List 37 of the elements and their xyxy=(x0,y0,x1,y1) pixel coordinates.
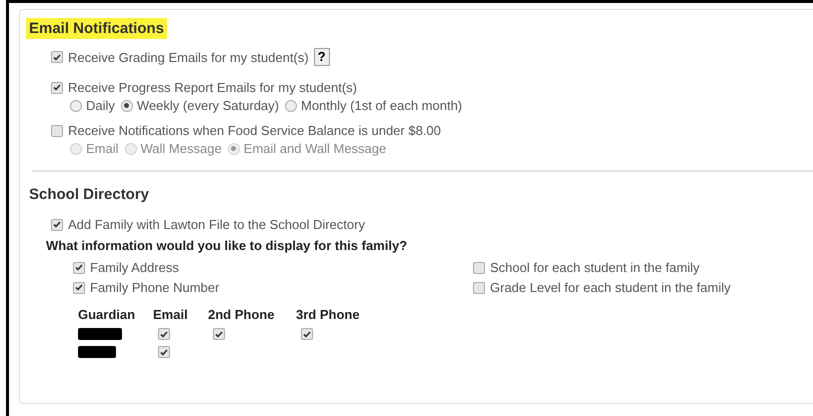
option-label: Family Phone Number xyxy=(90,280,220,295)
checkbox[interactable] xyxy=(51,218,63,230)
section-heading: School Directory xyxy=(28,185,150,205)
option-label: School for each student in the family xyxy=(490,260,700,275)
checkbox[interactable] xyxy=(473,262,485,274)
checkbox[interactable] xyxy=(73,282,85,294)
column-header: Guardian xyxy=(78,307,136,322)
option-label: Add Family with Lawton File to the School Directory xyxy=(68,217,365,232)
question-text: What information would you like to display for this family? xyxy=(46,238,408,253)
radio-button[interactable] xyxy=(285,100,297,112)
radio-label: Daily xyxy=(86,98,115,113)
checkbox[interactable] xyxy=(51,82,63,94)
radio-button[interactable] xyxy=(70,100,82,112)
radio-label: Email xyxy=(86,141,119,156)
checkbox[interactable] xyxy=(473,282,485,294)
checkbox[interactable] xyxy=(158,328,170,340)
option-label: Family Address xyxy=(90,260,179,275)
radio-label: Weekly (every Saturday) xyxy=(136,98,279,113)
option-label: Receive Progress Report Emails for my student(s) xyxy=(68,80,357,95)
radio-label: Wall Message xyxy=(140,141,222,156)
column-header: Email xyxy=(153,307,189,322)
checkbox[interactable] xyxy=(301,328,313,340)
radio-label: Email and Wall Message xyxy=(244,141,386,156)
section-heading: Email Notifications xyxy=(26,18,168,39)
radio-label: Monthly (1st of each month) xyxy=(301,98,462,113)
checkbox[interactable] xyxy=(51,124,63,136)
checkbox[interactable] xyxy=(51,51,63,63)
column-header: 2nd Phone xyxy=(208,307,276,322)
column-header: 3rd Phone xyxy=(296,307,361,322)
radio-button[interactable] xyxy=(120,100,133,112)
help-button[interactable]: ? xyxy=(314,48,330,66)
option-label: Receive Notifications when Food Service Balance is under $8.00 xyxy=(68,123,441,138)
checkbox[interactable] xyxy=(158,346,170,358)
option-label: Grade Level for each student in the family xyxy=(490,280,731,295)
option-label: Receive Grading Emails for my student(s) xyxy=(68,50,309,64)
checkbox[interactable] xyxy=(73,262,85,274)
checkbox[interactable] xyxy=(213,328,225,340)
